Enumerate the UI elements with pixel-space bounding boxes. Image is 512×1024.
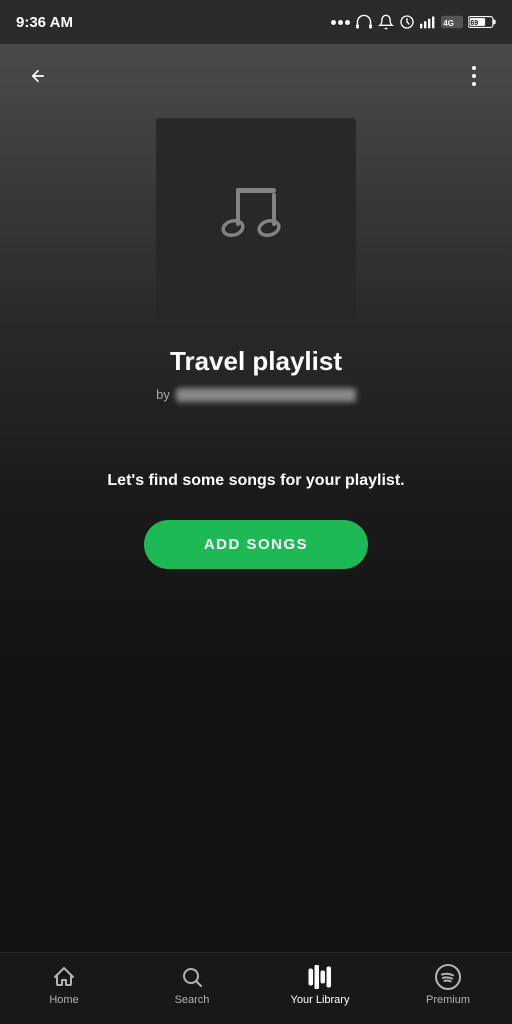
by-line: by	[156, 387, 356, 402]
author-name	[176, 388, 356, 402]
battery-icon: 69	[468, 15, 496, 29]
nav-label-library: Your Library	[291, 994, 350, 1006]
add-songs-button[interactable]: ADD SONGS	[144, 520, 368, 569]
three-dots-icon	[472, 66, 476, 86]
nav-item-search[interactable]: Search	[128, 964, 256, 1006]
premium-icon	[435, 964, 461, 990]
status-bar: 9:36 AM 4G	[0, 0, 512, 44]
bell-icon	[378, 14, 394, 30]
volte-icon: 4G	[441, 15, 463, 29]
headphone-icon	[355, 14, 373, 30]
music-note-icon	[206, 173, 306, 263]
main-content: Travel playlist by Let's find some songs…	[0, 44, 512, 952]
by-label: by	[156, 387, 170, 402]
status-icons: 4G 69	[331, 14, 496, 30]
find-songs-text: Let's find some songs for your playlist.	[67, 472, 444, 490]
playlist-title: Travel playlist	[170, 346, 342, 377]
nav-label-search: Search	[175, 994, 210, 1006]
svg-text:4G: 4G	[443, 19, 453, 28]
status-time: 9:36 AM	[16, 14, 73, 31]
library-icon	[307, 964, 333, 990]
signal-dots	[331, 20, 350, 25]
nav-label-premium: Premium	[426, 994, 470, 1006]
bottom-nav: Home Search Your Library	[0, 952, 512, 1024]
nav-item-home[interactable]: Home	[0, 964, 128, 1006]
top-nav	[0, 44, 512, 108]
alarm-icon	[399, 14, 415, 30]
home-icon	[51, 964, 77, 990]
search-icon	[179, 964, 205, 990]
signal-icon	[420, 15, 436, 29]
album-art	[156, 118, 356, 318]
nav-label-home: Home	[49, 994, 78, 1006]
more-options-button[interactable]	[456, 58, 492, 94]
nav-item-premium[interactable]: Premium	[384, 964, 512, 1006]
back-button[interactable]	[20, 58, 56, 94]
svg-text:69: 69	[470, 20, 478, 27]
nav-item-library[interactable]: Your Library	[256, 964, 384, 1006]
